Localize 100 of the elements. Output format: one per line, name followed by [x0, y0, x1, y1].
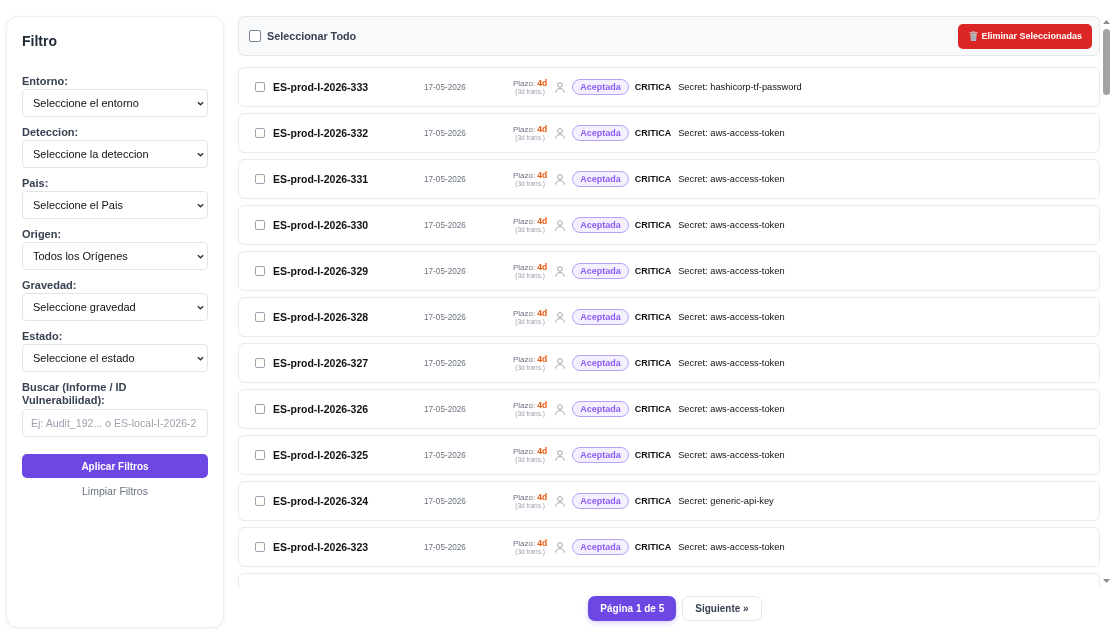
- filter-dropdown[interactable]: Seleccione el Pais: [22, 191, 208, 219]
- person-icon: [555, 311, 566, 323]
- finding-title: Secret: aws-access-token: [678, 358, 785, 368]
- select-all-checkbox[interactable]: [249, 30, 261, 42]
- date-text: 17-05-2026: [424, 82, 467, 92]
- finding-title: Secret: aws-access-token: [678, 266, 785, 276]
- row-checkbox[interactable]: [255, 404, 265, 414]
- person-icon: [555, 127, 566, 139]
- finding-id: ES-prod-I-2026-323: [273, 541, 370, 553]
- clear-filters-link[interactable]: Limpiar Filtros: [82, 485, 148, 497]
- severity-label: CRITICA: [634, 82, 672, 92]
- status-badge: Aceptada: [572, 355, 629, 371]
- scroll-down-icon[interactable]: [1102, 579, 1110, 583]
- status-badge: Aceptada: [572, 401, 629, 417]
- row-checkbox[interactable]: [255, 82, 265, 92]
- finding-title: Secret: aws-access-token: [678, 128, 785, 138]
- row-checkbox[interactable]: [255, 174, 265, 184]
- finding-id: ES-prod-I-2026-324: [273, 495, 370, 507]
- finding-id: ES-prod-I-2026-332: [273, 127, 370, 139]
- filter-dropdown[interactable]: Seleccione el estado: [22, 344, 208, 372]
- deadline-label: Plazo:: [513, 216, 536, 226]
- deadline-value: 4d: [537, 124, 548, 134]
- row-checkbox[interactable]: [255, 542, 265, 552]
- date-text: 17-05-2026: [424, 220, 467, 230]
- deadline-value: 4d: [537, 400, 548, 410]
- search-field[interactable]: Ej: Audit_192... o ES-local-I-2026-2: [22, 409, 208, 437]
- finding-id: ES-prod-I-2026-328: [273, 311, 370, 323]
- status-badge: Aceptada: [572, 171, 629, 187]
- person-icon: [555, 357, 566, 369]
- finding-id: ES-prod-I-2026-325: [273, 449, 370, 461]
- apply-filters-button[interactable]: Aplicar Filtros: [22, 454, 208, 478]
- deadline-value: 4d: [537, 538, 548, 548]
- row-checkbox[interactable]: [255, 312, 265, 322]
- filter-dropdown[interactable]: Seleccione gravedad: [22, 293, 208, 321]
- severity-label: CRITICA: [634, 174, 672, 184]
- next-page-button[interactable]: Siguiente »: [682, 596, 762, 621]
- date-text: 17-05-2026: [424, 450, 467, 460]
- person-icon: [555, 81, 566, 93]
- panel-title: Filtro: [22, 32, 57, 50]
- field-label: Gravedad:: [22, 279, 78, 292]
- date-text: 17-05-2026: [424, 128, 467, 138]
- finding-id: ES-prod-I-2026-331: [273, 173, 370, 185]
- status-badge: Aceptada: [572, 539, 629, 555]
- row-checkbox[interactable]: [255, 266, 265, 276]
- severity-label: CRITICA: [634, 220, 672, 230]
- status-badge: Aceptada: [572, 309, 629, 325]
- deadline-label: Plazo:: [513, 492, 536, 502]
- filter-dropdown[interactable]: Seleccione la deteccion: [22, 140, 208, 168]
- deadline-value: 4d: [537, 354, 548, 364]
- status-badge: Aceptada: [572, 447, 629, 463]
- field-label: Entorno:: [22, 75, 69, 88]
- finding-id: ES-prod-I-2026-327: [273, 357, 370, 369]
- date-text: 17-05-2026: [424, 358, 467, 368]
- person-icon: [555, 541, 566, 553]
- person-icon: [555, 449, 566, 461]
- row-checkbox[interactable]: [255, 128, 265, 138]
- person-icon: [555, 219, 566, 231]
- row-checkbox[interactable]: [255, 496, 265, 506]
- finding-title: Secret: aws-access-token: [678, 450, 785, 460]
- filter-dropdown[interactable]: Todos los Orígenes: [22, 242, 208, 270]
- row-checkbox[interactable]: [255, 358, 265, 368]
- severity-label: CRITICA: [634, 358, 672, 368]
- finding-title: Secret: aws-access-token: [678, 542, 785, 552]
- deadline-value: 4d: [537, 446, 548, 456]
- row-checkbox[interactable]: [255, 450, 265, 460]
- chevron-down-icon: [197, 304, 204, 310]
- severity-label: CRITICA: [634, 450, 672, 460]
- person-icon: [555, 495, 566, 507]
- filter-dropdown[interactable]: Seleccione el entorno: [22, 89, 208, 117]
- severity-label: CRITICA: [634, 404, 672, 414]
- scroll-up-icon[interactable]: [1102, 20, 1110, 24]
- date-text: 17-05-2026: [424, 496, 467, 506]
- finding-title: Secret: aws-access-token: [678, 174, 785, 184]
- chevron-down-icon: [197, 355, 204, 361]
- finding-title: Secret: aws-access-token: [678, 404, 785, 414]
- status-badge: Aceptada: [572, 493, 629, 509]
- deadline-label: Plazo:: [513, 262, 536, 272]
- select-all-label[interactable]: Seleccionar Todo: [267, 30, 357, 42]
- status-badge: Aceptada: [572, 263, 629, 279]
- status-badge: Aceptada: [572, 217, 629, 233]
- finding-id: ES-prod-I-2026-333: [273, 81, 370, 93]
- deadline-label: Plazo:: [513, 446, 536, 456]
- chevron-down-icon: [197, 151, 204, 157]
- scrollbar-thumb[interactable]: [1102, 29, 1110, 95]
- deadline-label: Plazo:: [513, 124, 536, 134]
- chevron-down-icon: [197, 253, 204, 259]
- date-text: 17-05-2026: [424, 174, 467, 184]
- field-label: Deteccion:: [22, 126, 80, 139]
- deadline-value: 4d: [537, 78, 548, 88]
- date-text: 17-05-2026: [424, 542, 467, 552]
- deadline-value: 4d: [537, 308, 548, 318]
- trash-icon: [969, 31, 979, 41]
- page-indicator-button[interactable]: Página 1 de 5: [588, 596, 677, 621]
- row-checkbox[interactable]: [255, 220, 265, 230]
- delete-selected-button[interactable]: Eliminar Seleccionadas: [958, 23, 1092, 49]
- field-label: Origen:: [22, 228, 63, 241]
- date-text: 17-05-2026: [424, 404, 467, 414]
- finding-id: ES-prod-I-2026-330: [273, 219, 370, 231]
- finding-title: Secret: aws-access-token: [678, 220, 785, 230]
- deadline-value: 4d: [537, 492, 548, 502]
